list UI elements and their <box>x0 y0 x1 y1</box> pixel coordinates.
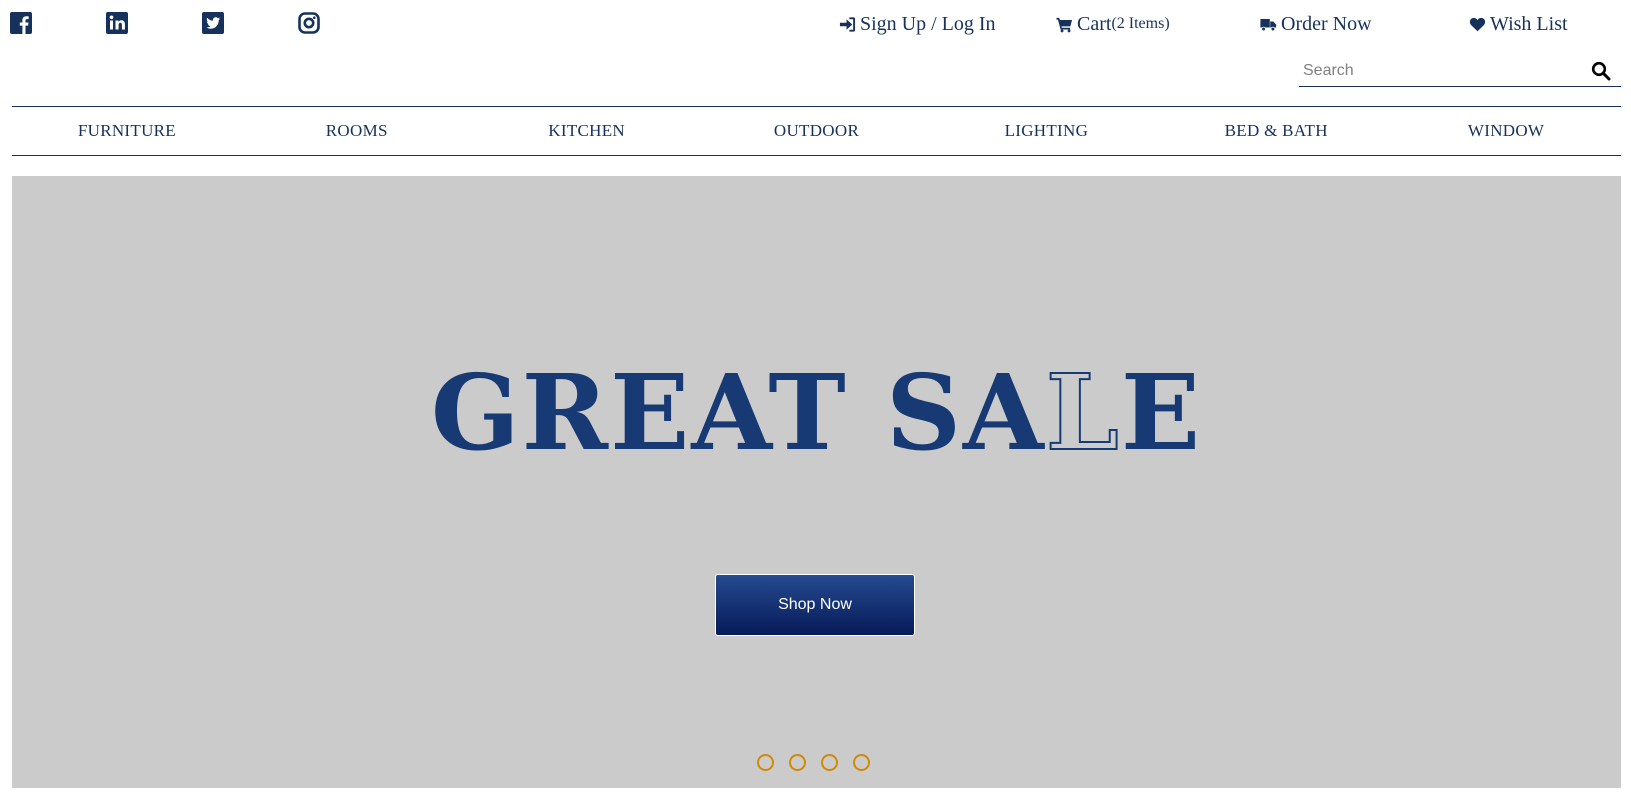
carousel-dot-4[interactable] <box>853 754 870 771</box>
nav-item-kitchen[interactable]: KITCHEN <box>472 107 702 155</box>
twitter-link[interactable] <box>202 12 224 34</box>
search-input[interactable] <box>1299 58 1587 84</box>
hero-title-outline-letter: L <box>1045 350 1121 475</box>
sign-in-icon <box>839 16 860 33</box>
wish-list-link[interactable]: Wish List <box>1469 10 1568 38</box>
truck-icon <box>1260 16 1281 33</box>
hero-banner: GREAT SALE Shop Now <box>12 176 1621 788</box>
carousel-dot-3[interactable] <box>821 754 838 771</box>
nav-item-window[interactable]: WINDOW <box>1391 107 1621 155</box>
shop-now-button[interactable]: Shop Now <box>715 574 915 636</box>
hero-title: GREAT SALE <box>12 348 1621 478</box>
nav-item-furniture[interactable]: FURNITURE <box>12 107 242 155</box>
order-now-label: Order Now <box>1281 12 1372 35</box>
top-bar: Sign Up / Log In Cart (2 Items) Order Now… <box>0 0 1631 48</box>
order-now-link[interactable]: Order Now <box>1260 10 1372 38</box>
cart-icon <box>1056 16 1077 33</box>
twitter-icon <box>202 12 224 34</box>
carousel-indicators <box>757 754 877 772</box>
wish-list-label: Wish List <box>1490 12 1568 35</box>
sign-up-login-link[interactable]: Sign Up / Log In <box>839 10 996 38</box>
nav-item-bed-bath[interactable]: BED & BATH <box>1161 107 1391 155</box>
nav-item-outdoor[interactable]: OUTDOOR <box>702 107 932 155</box>
cart-count: (2 Items) <box>1111 15 1170 32</box>
carousel-dot-1[interactable] <box>757 754 774 771</box>
search-icon[interactable] <box>1591 61 1611 81</box>
instagram-icon <box>298 12 320 34</box>
cart-link[interactable]: Cart (2 Items) <box>1056 10 1170 38</box>
facebook-icon <box>10 12 32 34</box>
instagram-link[interactable] <box>298 12 320 34</box>
hero-title-part2: E <box>1120 351 1203 474</box>
carousel-dot-2[interactable] <box>789 754 806 771</box>
hero-title-part1: GREAT SA <box>430 351 1046 474</box>
search-bar <box>1299 58 1621 87</box>
nav-item-lighting[interactable]: LIGHTING <box>931 107 1161 155</box>
linkedin-link[interactable] <box>106 12 128 34</box>
main-nav: FURNITURE ROOMS KITCHEN OUTDOOR LIGHTING… <box>12 106 1621 156</box>
nav-item-rooms[interactable]: ROOMS <box>242 107 472 155</box>
linkedin-icon <box>106 12 128 34</box>
sign-up-login-label: Sign Up / Log In <box>860 12 996 35</box>
facebook-link[interactable] <box>10 12 32 34</box>
heart-icon <box>1469 16 1490 33</box>
cart-label: Cart <box>1077 12 1112 35</box>
